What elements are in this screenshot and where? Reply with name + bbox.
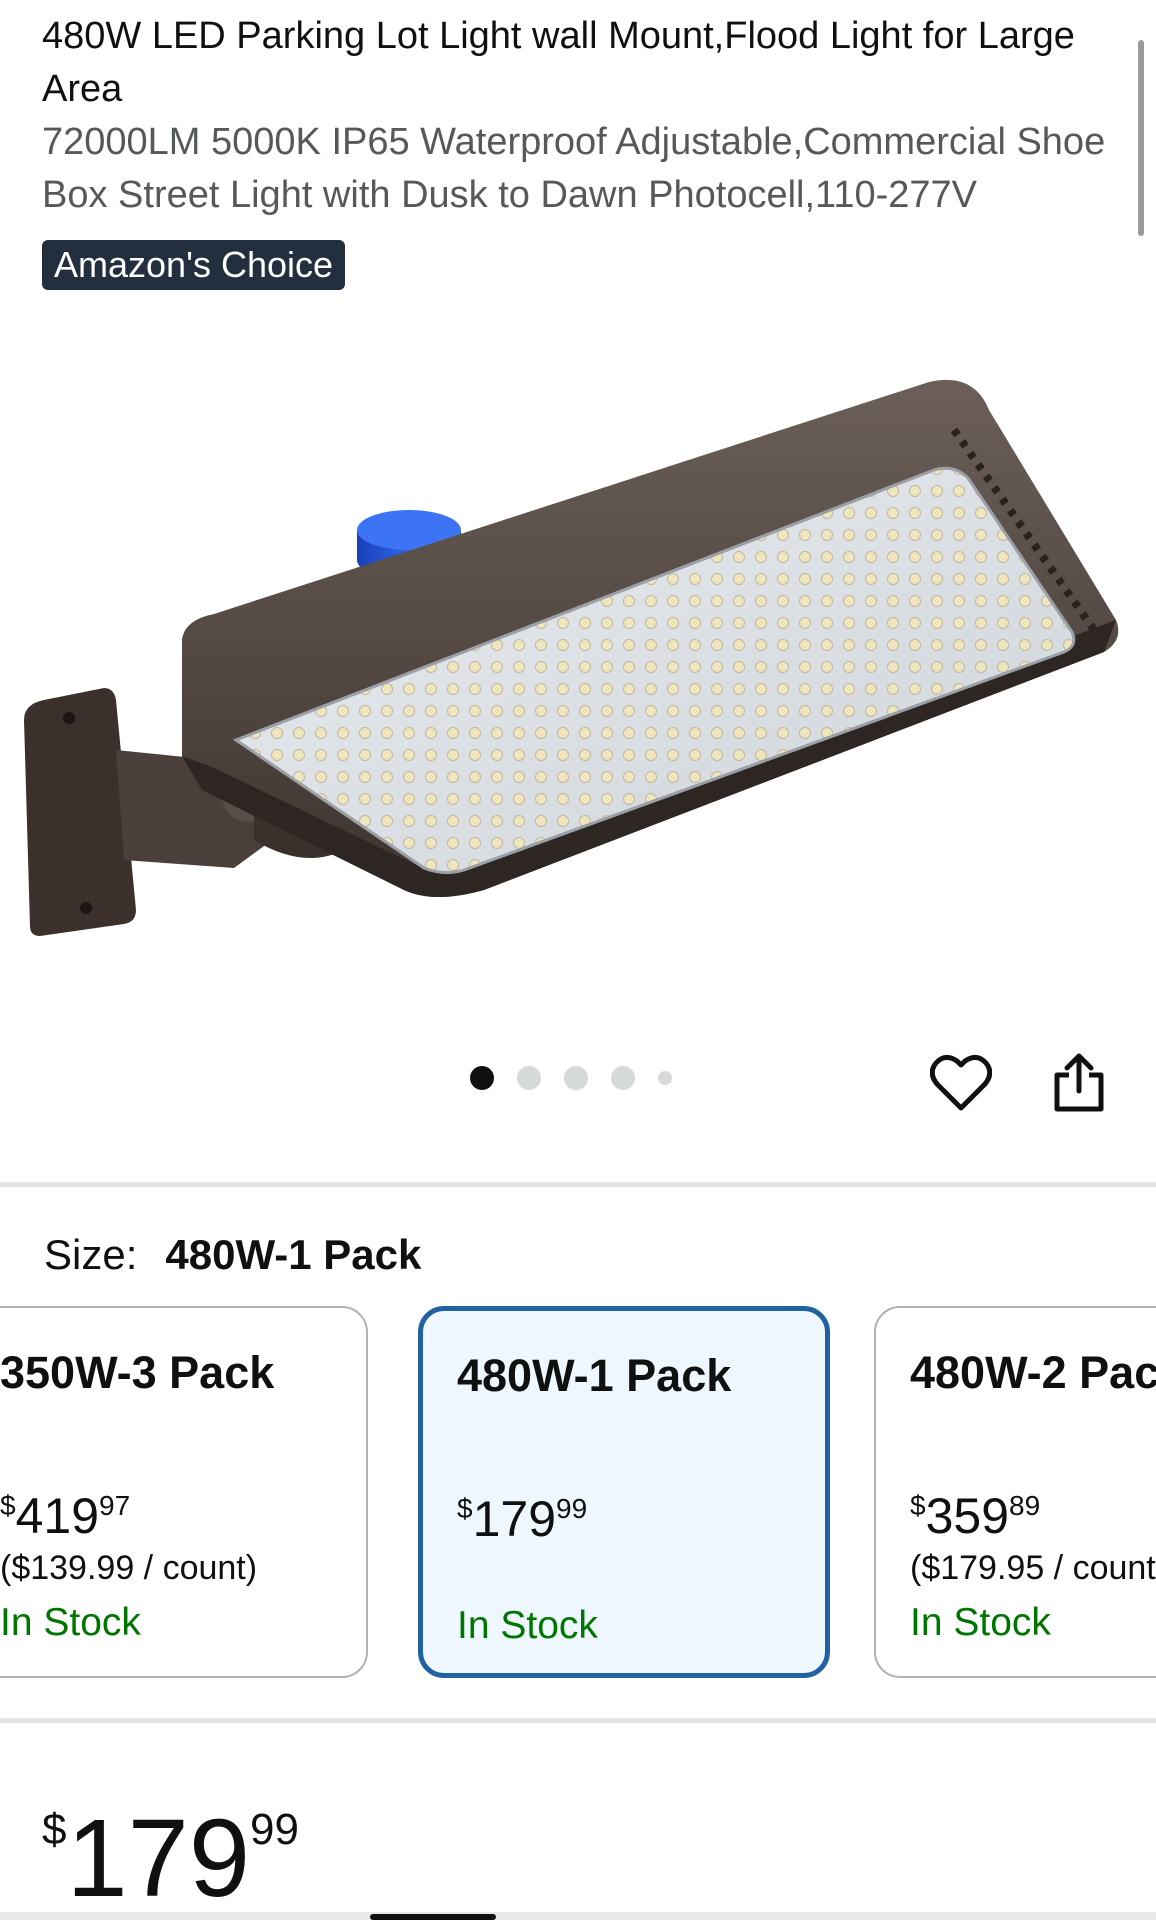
product-title: 480W LED Parking Lot Light wall Mount,Fl… [42, 15, 1075, 110]
section-divider [0, 1718, 1156, 1723]
price-symbol: $ [910, 1490, 926, 1521]
size-option-stock: In Stock [0, 1601, 141, 1644]
price-whole: 179 [66, 1797, 251, 1920]
bottom-scroll-thumb[interactable] [370, 1914, 496, 1920]
amazons-choice-badge: Amazon's Choice [42, 240, 345, 290]
price-cents: 99 [250, 1805, 299, 1854]
price-symbol: $ [42, 1805, 67, 1854]
carousel-dot-2[interactable] [517, 1066, 541, 1090]
price-cents: 89 [1009, 1490, 1041, 1521]
price-whole: 419 [15, 1488, 100, 1544]
size-selected-value: 480W-1 Pack [165, 1231, 422, 1278]
heart-icon [930, 1055, 992, 1111]
carousel-dot-5[interactable] [658, 1071, 672, 1085]
price-symbol: $ [0, 1490, 16, 1521]
size-option-price: $17999 [457, 1479, 587, 1549]
price-cents: 97 [99, 1490, 131, 1521]
size-selector-label: Size: 480W-1 Pack [44, 1228, 421, 1282]
size-options: 350W-3 Pack $41997 ($139.99 / count) In … [0, 1306, 1156, 1682]
size-option-card[interactable]: 480W-2 Pack $35989 ($179.95 / count) In … [874, 1306, 1156, 1678]
favorite-button[interactable] [926, 1048, 996, 1118]
section-divider [0, 1182, 1156, 1187]
size-option-card-selected[interactable]: 480W-1 Pack $17999 In Stock [418, 1306, 830, 1678]
size-option-name: 350W-3 Pack [0, 1347, 275, 1398]
scroll-indicator[interactable] [1138, 40, 1144, 236]
price-symbol: $ [457, 1493, 473, 1524]
carousel-dot-4[interactable] [611, 1066, 635, 1090]
size-option-price: $35989 [910, 1476, 1040, 1546]
size-key: Size: [44, 1231, 138, 1278]
size-option-price: $41997 [0, 1476, 130, 1546]
size-option-unit-price: ($139.99 / count) [0, 1549, 258, 1587]
size-option-stock: In Stock [457, 1604, 598, 1647]
size-option-name: 480W-1 Pack [457, 1350, 732, 1401]
carousel-dot-3[interactable] [564, 1066, 588, 1090]
share-button[interactable] [1044, 1048, 1114, 1118]
price-whole: 359 [925, 1488, 1010, 1544]
size-option-unit-price: ($179.95 / count) [910, 1549, 1156, 1587]
price-cents: 99 [556, 1493, 588, 1524]
size-option-name: 480W-2 Pack [910, 1347, 1156, 1398]
share-icon [1054, 1053, 1104, 1112]
price-whole: 179 [472, 1491, 557, 1547]
product-image[interactable] [24, 370, 1124, 950]
image-carousel-dots[interactable] [470, 1066, 672, 1090]
light-housing [181, 379, 1119, 898]
product-header: 480W LED Parking Lot Light wall Mount,Fl… [42, 10, 1122, 290]
carousel-dot-1[interactable] [470, 1066, 494, 1090]
bottom-edge [0, 1912, 1156, 1920]
product-subtitle: 72000LM 5000K IP65 Waterproof Adjustable… [42, 121, 1106, 216]
product-price: $17999 [42, 1770, 299, 1919]
size-option-stock: In Stock [910, 1601, 1051, 1644]
size-option-card[interactable]: 350W-3 Pack $41997 ($139.99 / count) In … [0, 1306, 368, 1678]
